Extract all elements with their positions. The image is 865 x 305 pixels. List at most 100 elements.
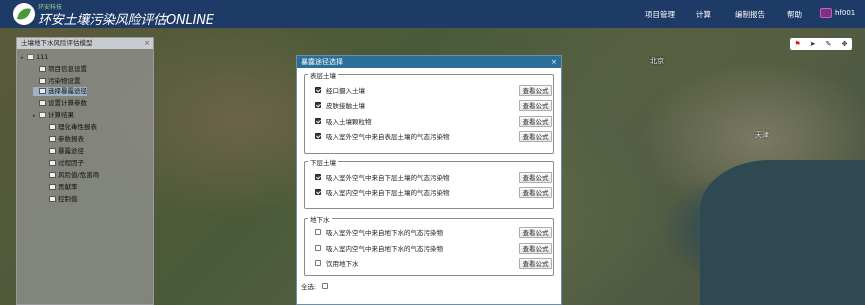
- pathway-option: 吸入土壤颗粒物: [315, 116, 372, 128]
- pathway-checkbox[interactable]: [315, 174, 321, 180]
- tree-item[interactable]: ▸ 111: [21, 53, 48, 62]
- pathway-checkbox[interactable]: [315, 87, 321, 93]
- pathway-label: 吸入室外空气中来自表层土壤的气态污染物: [326, 133, 450, 141]
- pathway-label: 吸入土壤颗粒物: [326, 118, 372, 126]
- tree-item-label: 111: [36, 53, 49, 61]
- zoom-icon[interactable]: ✥: [840, 40, 849, 48]
- tree-item[interactable]: 污染物设置: [33, 77, 81, 86]
- tree-item[interactable]: 选择暴露途径: [33, 87, 87, 96]
- pathway-checkbox[interactable]: [315, 102, 321, 108]
- tree-item-label: 暴露途径: [58, 147, 84, 155]
- folder-icon: [39, 112, 46, 118]
- view-formula-button[interactable]: 查看公式: [519, 172, 552, 183]
- app-title: 环安土壤污染风险评估ONLINE: [38, 13, 214, 28]
- view-formula-button[interactable]: 查看公式: [519, 131, 552, 142]
- tree-item[interactable]: 控制值: [43, 195, 78, 204]
- tree-item[interactable]: 风险值/危害商: [43, 171, 99, 180]
- tree-item-label: 项目信息设置: [48, 65, 87, 73]
- pathway-label: 吸入室外空气中来自下层土壤的气态污染物: [326, 174, 450, 182]
- nav-report[interactable]: 编制报告: [735, 9, 765, 20]
- flag-icon[interactable]: ⚑: [793, 40, 802, 48]
- group-title: 表层土壤: [308, 70, 338, 80]
- tree-item[interactable]: 项目信息设置: [33, 65, 87, 74]
- dialog-title: 暴露途径选择: [297, 56, 561, 68]
- pathway-option: 吸入室外空气中来自下层土壤的气态污染物: [315, 172, 450, 184]
- pathway-label: 皮肤接触土壤: [326, 102, 365, 110]
- map-label-tianjin: 天津: [755, 131, 769, 139]
- pathway-option: 吸入室内空气中来自下层土壤的气态污染物: [315, 187, 450, 199]
- pathway-checkbox[interactable]: [315, 260, 321, 266]
- panel-close-icon[interactable]: ×: [144, 38, 150, 49]
- pathway-checkbox[interactable]: [315, 245, 321, 251]
- tree-item[interactable]: 过程因子: [43, 159, 84, 168]
- pathway-option: 经口摄入土壤: [315, 85, 365, 97]
- pointer-icon[interactable]: ➤: [808, 40, 817, 48]
- view-formula-button[interactable]: 查看公式: [519, 100, 552, 111]
- view-formula-button[interactable]: 查看公式: [519, 227, 552, 238]
- document-icon: [39, 100, 46, 106]
- view-formula-button[interactable]: 查看公式: [519, 85, 552, 96]
- document-icon: [49, 184, 56, 190]
- nav-compute[interactable]: 计算: [696, 9, 711, 20]
- document-icon: [49, 172, 56, 178]
- user-avatar-icon[interactable]: [820, 8, 832, 18]
- view-formula-button[interactable]: 查看公式: [519, 258, 552, 269]
- pathway-label: 吸入室内空气中来自下层土壤的气态污染物: [326, 189, 450, 197]
- pathway-checkbox[interactable]: [315, 133, 321, 139]
- document-icon: [49, 160, 56, 166]
- pathway-group: 表层土壤 经口摄入土壤 查看公式 皮肤接触土壤 查看公式 吸入土壤颗粒物 查看公式 吸入室外空…: [304, 70, 554, 154]
- pathway-checkbox[interactable]: [315, 189, 321, 195]
- pathway-option: 饮用地下水: [315, 258, 359, 270]
- document-icon: [39, 88, 46, 94]
- tree-item-label: 计算结果: [48, 111, 74, 119]
- pathway-group: 下层土壤 吸入室外空气中来自下层土壤的气态污染物 查看公式 吸入室内空气中来自下层土壤…: [304, 157, 554, 209]
- pathway-option: 皮肤接触土壤: [315, 100, 365, 112]
- view-formula-button[interactable]: 查看公式: [519, 116, 552, 127]
- user-name[interactable]: hf001: [835, 9, 855, 17]
- tree-item[interactable]: 暴露途径: [43, 147, 84, 156]
- tree-item-label: 污染物设置: [48, 77, 81, 85]
- view-formula-button[interactable]: 查看公式: [519, 187, 552, 198]
- document-icon: [49, 148, 56, 154]
- pathway-checkbox[interactable]: [315, 118, 321, 124]
- document-icon: [49, 196, 56, 202]
- select-all-checkbox[interactable]: [322, 283, 329, 289]
- tree-item[interactable]: 参数报表: [43, 135, 84, 144]
- pathway-label: 经口摄入土壤: [326, 87, 365, 95]
- pathway-checkbox[interactable]: [315, 229, 321, 235]
- tree-item[interactable]: 贡献率: [43, 183, 78, 192]
- select-all-row: 全选:: [301, 282, 333, 292]
- group-title: 地下水: [308, 214, 332, 224]
- tree-item-label: 控制值: [58, 195, 78, 203]
- map-toolbar: ⚑ ➤ ✎ ✥: [790, 38, 852, 50]
- pencil-icon[interactable]: ✎: [824, 40, 833, 48]
- logo-leaf-icon: [13, 3, 35, 25]
- tree-item-label: 选择暴露途径: [48, 87, 87, 95]
- dialog-close-icon[interactable]: ×: [551, 56, 557, 68]
- tree-item-label: 贡献率: [58, 183, 78, 191]
- nav-help[interactable]: 帮助: [787, 9, 802, 20]
- tree-item[interactable]: 理化毒性报表: [43, 123, 97, 132]
- pathway-group: 地下水 吸入室外空气中来自地下水的气态污染物 查看公式 吸入室内空气中来自地下水的气态…: [304, 214, 554, 276]
- panel-title: 土壤地下水风险评估模型: [17, 38, 153, 49]
- document-icon: [49, 124, 56, 130]
- tree-item-label: 过程因子: [58, 159, 84, 167]
- pathway-label: 吸入室外空气中来自地下水的气态污染物: [326, 229, 443, 237]
- view-formula-button[interactable]: 查看公式: [519, 243, 552, 254]
- tree-item-label: 设置计算参数: [48, 99, 87, 107]
- tree-item-label: 参数报表: [58, 135, 84, 143]
- tree-item-label: 理化毒性报表: [58, 123, 97, 131]
- nav-project-management[interactable]: 项目管理: [645, 9, 675, 20]
- tree-item[interactable]: ▸ 计算结果: [33, 111, 74, 120]
- pathway-label: 饮用地下水: [326, 260, 359, 268]
- document-icon: [39, 78, 46, 84]
- tree-item-label: 风险值/危害商: [58, 171, 100, 179]
- exposure-pathway-dialog: 暴露途径选择 × 表层土壤 经口摄入土壤 查看公式 皮肤接触土壤 查看公式 吸入土壤颗粒物…: [296, 55, 562, 305]
- folder-icon: [27, 54, 34, 60]
- pathway-option: 吸入室外空气中来自表层土壤的气态污染物: [315, 131, 450, 143]
- tree-item[interactable]: 设置计算参数: [33, 99, 87, 108]
- pathway-option: 吸入室内空气中来自地下水的气态污染物: [315, 243, 443, 255]
- project-tree-panel: 土壤地下水风险评估模型 × ▸ 111 项目信息设置 污染物设置选择暴露途径 设置计算参…: [16, 37, 154, 305]
- top-header: 环安科技 环安土壤污染风险评估ONLINE 项目管理 计算 编制报告 帮助 hf…: [0, 0, 865, 28]
- sea-area: [700, 160, 865, 305]
